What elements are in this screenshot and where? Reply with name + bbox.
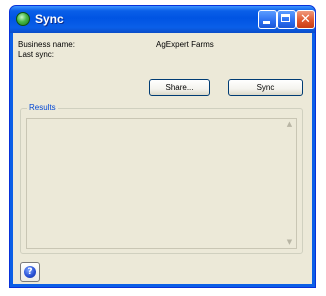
results-textarea[interactable]: ▲ ▼ [26,118,297,249]
business-name-label: Business name: [18,40,75,49]
window-title: Sync [35,12,64,26]
app-icon [16,12,30,26]
close-button[interactable]: ✕ [296,10,315,29]
results-legend: Results [27,103,58,112]
share-button[interactable]: Share... [149,79,210,96]
help-button[interactable]: ? [20,262,40,282]
sync-button[interactable]: Sync [228,79,303,96]
minimize-button[interactable] [258,10,277,29]
help-icon: ? [24,266,36,278]
scroll-up-icon[interactable]: ▲ [285,121,294,128]
maximize-button[interactable] [277,10,296,29]
dialog-body: Business name: AgExpert Farms Last sync:… [13,33,312,284]
results-group: Results ▲ ▼ [20,103,303,254]
scroll-down-icon[interactable]: ▼ [285,239,294,246]
close-icon: ✕ [300,12,311,27]
business-name-value: AgExpert Farms [156,40,214,49]
last-sync-label: Last sync: [18,50,55,59]
title-bar[interactable]: Sync ✕ [10,6,315,33]
sync-window: Sync ✕ Business name: AgExpert Farms Las… [9,5,316,288]
